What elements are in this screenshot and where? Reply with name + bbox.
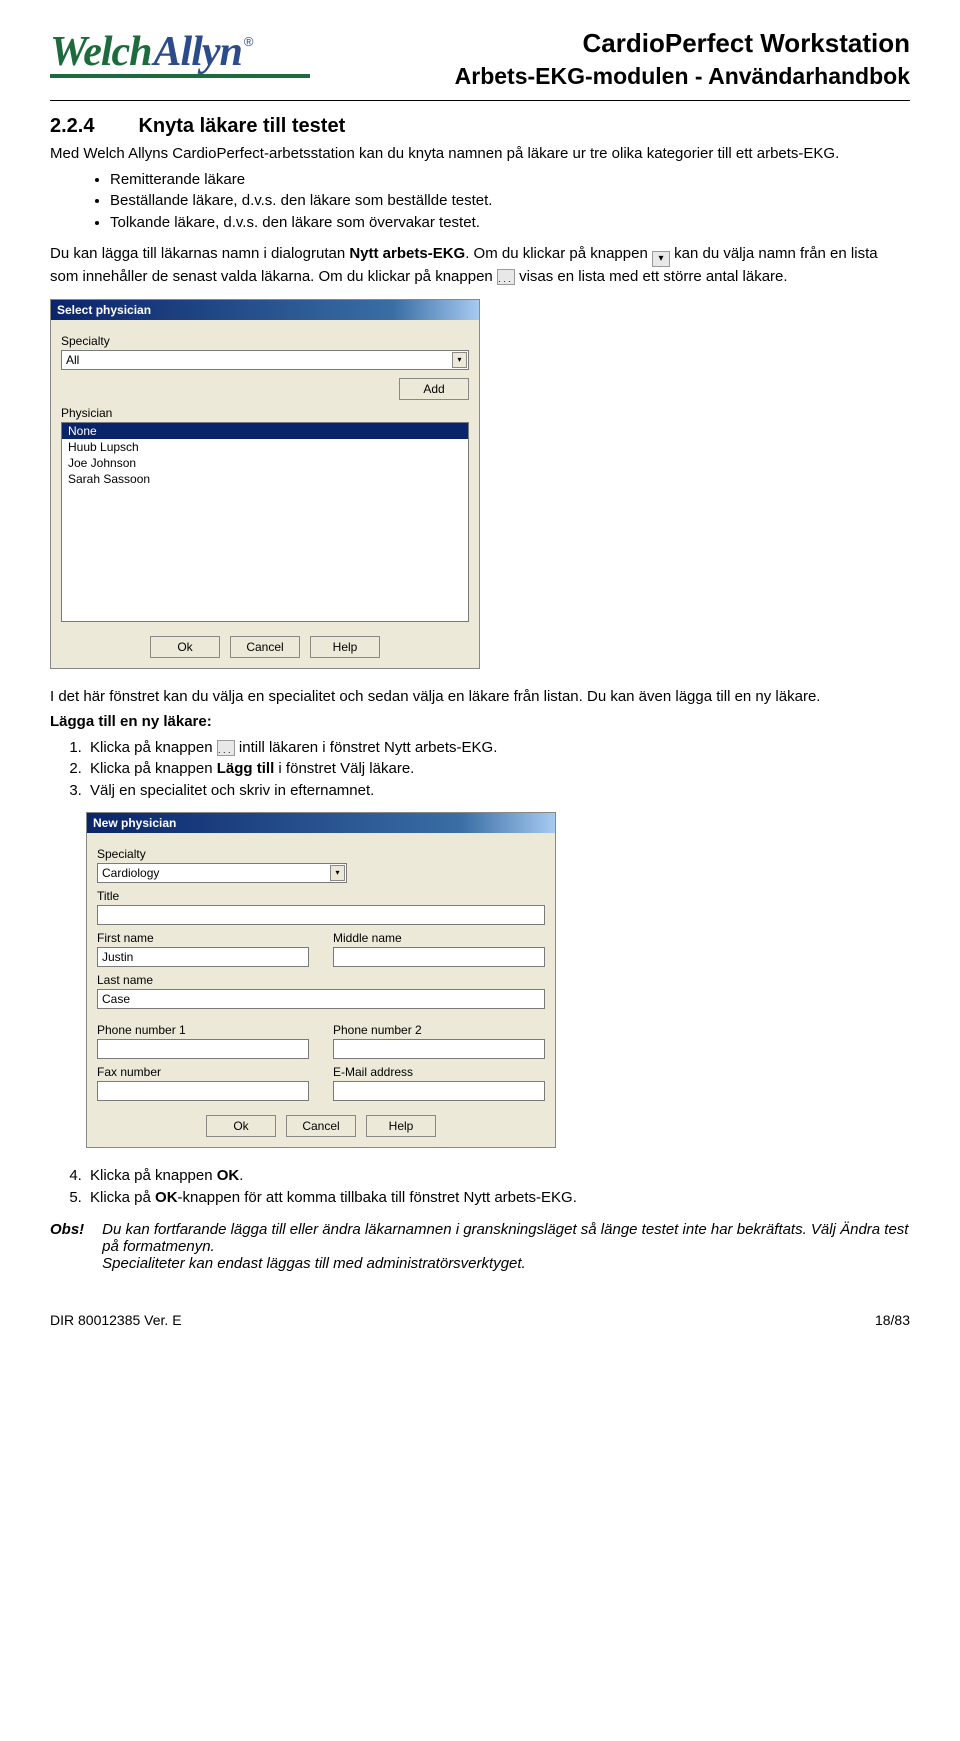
chevron-down-icon[interactable]: ▾ xyxy=(330,865,345,881)
fax-label: Fax number xyxy=(97,1065,309,1079)
chevron-down-icon[interactable]: ▾ xyxy=(452,352,467,368)
obs-text: Du kan fortfarande lägga till eller ändr… xyxy=(102,1221,910,1272)
steps-list-cont: Klicka på knappen OK. Klicka på OK-knapp… xyxy=(86,1166,910,1207)
cancel-button[interactable]: Cancel xyxy=(286,1115,356,1137)
step-item: Klicka på knappen Lägg till i fönstret V… xyxy=(86,759,910,779)
header-titles: CardioPerfect Workstation Arbets-EKG-mod… xyxy=(330,28,910,96)
logo-welch: Welch xyxy=(50,28,152,76)
physician-listbox[interactable]: None Huub Lupsch Joe Johnson Sarah Sasso… xyxy=(61,422,469,622)
cancel-button[interactable]: Cancel xyxy=(230,636,300,658)
inline-bold: Nytt arbets-EKG xyxy=(349,245,465,262)
phone2-input[interactable] xyxy=(333,1039,545,1059)
select-physician-dialog: Select physician Specialty All ▾ Add Phy… xyxy=(50,299,480,669)
title-input[interactable] xyxy=(97,905,545,925)
ellipsis-icon: ··· xyxy=(217,740,235,756)
last-name-label: Last name xyxy=(97,973,545,987)
phone1-input[interactable] xyxy=(97,1039,309,1059)
specialty-combobox[interactable]: All ▾ xyxy=(61,350,469,370)
phone1-label: Phone number 1 xyxy=(97,1023,309,1037)
list-item[interactable]: None xyxy=(62,423,468,439)
last-name-input[interactable]: Case xyxy=(97,989,545,1009)
new-physician-dialog: New physician Specialty Cardiology ▾ Tit… xyxy=(86,812,556,1148)
obs-label: Obs! xyxy=(50,1221,84,1272)
list-item[interactable]: Huub Lupsch xyxy=(62,439,468,455)
doc-title-2: Arbets-EKG-modulen - Användarhandbok xyxy=(330,63,910,90)
step-item: Klicka på OK-knappen för att komma tillb… xyxy=(86,1188,910,1208)
bullet-list: Remitterande läkare Beställande läkare, … xyxy=(110,170,910,233)
specialty-label: Specialty xyxy=(97,847,545,861)
logo-registered: ® xyxy=(244,34,254,49)
fax-input[interactable] xyxy=(97,1081,309,1101)
ok-button[interactable]: Ok xyxy=(150,636,220,658)
specialty-combobox[interactable]: Cardiology ▾ xyxy=(97,863,347,883)
header-rule xyxy=(50,100,910,101)
dialog-titlebar: New physician xyxy=(87,813,555,833)
intro-paragraph: Med Welch Allyns CardioPerfect-arbetssta… xyxy=(50,144,910,164)
obs-note: Obs! Du kan fortfarande lägga till eller… xyxy=(50,1221,910,1272)
dialog-titlebar: Select physician xyxy=(51,300,479,320)
section-title: Knyta läkare till testet xyxy=(138,115,345,137)
subheading: Lägga till en ny läkare: xyxy=(50,712,910,732)
logo-allyn: Allyn xyxy=(154,28,242,76)
list-item[interactable]: Joe Johnson xyxy=(62,455,468,471)
logo: Welch Allyn ® xyxy=(50,28,310,78)
first-name-input[interactable]: Justin xyxy=(97,947,309,967)
middle-name-label: Middle name xyxy=(333,931,545,945)
steps-list: Klicka på knappen ··· intill läkaren i f… xyxy=(86,738,910,801)
section-number: 2.2.4 xyxy=(50,115,94,137)
bullet-item: Beställande läkare, d.v.s. den läkare so… xyxy=(110,191,910,211)
ok-button[interactable]: Ok xyxy=(206,1115,276,1137)
help-button[interactable]: Help xyxy=(310,636,380,658)
add-button[interactable]: Add xyxy=(399,378,469,400)
email-input[interactable] xyxy=(333,1081,545,1101)
chevron-down-icon: ▾ xyxy=(652,251,670,267)
page-header: Welch Allyn ® CardioPerfect Workstation … xyxy=(50,28,910,96)
middle-name-input[interactable] xyxy=(333,947,545,967)
footer-right: 18/83 xyxy=(875,1312,910,1328)
step-item: Klicka på knappen ··· intill läkaren i f… xyxy=(86,738,910,758)
help-button[interactable]: Help xyxy=(366,1115,436,1137)
page-footer: DIR 80012385 Ver. E 18/83 xyxy=(50,1312,910,1328)
doc-title-1: CardioPerfect Workstation xyxy=(330,28,910,59)
specialty-label: Specialty xyxy=(61,334,469,348)
step-item: Välj en specialitet och skriv in efterna… xyxy=(86,781,910,801)
bullet-item: Remitterande läkare xyxy=(110,170,910,190)
paragraph-2: Du kan lägga till läkarnas namn i dialog… xyxy=(50,244,910,287)
ellipsis-icon: ··· xyxy=(497,269,515,285)
step-item: Klicka på knappen OK. xyxy=(86,1166,910,1186)
email-label: E-Mail address xyxy=(333,1065,545,1079)
footer-left: DIR 80012385 Ver. E xyxy=(50,1312,182,1328)
list-item[interactable]: Sarah Sassoon xyxy=(62,471,468,487)
physician-label: Physician xyxy=(61,406,469,420)
phone2-label: Phone number 2 xyxy=(333,1023,545,1037)
title-label: Title xyxy=(97,889,545,903)
bullet-item: Tolkande läkare, d.v.s. den läkare som ö… xyxy=(110,213,910,233)
section-heading: 2.2.4 Knyta läkare till testet xyxy=(50,115,910,138)
first-name-label: First name xyxy=(97,931,309,945)
mid-paragraph: I det här fönstret kan du välja en speci… xyxy=(50,687,910,707)
